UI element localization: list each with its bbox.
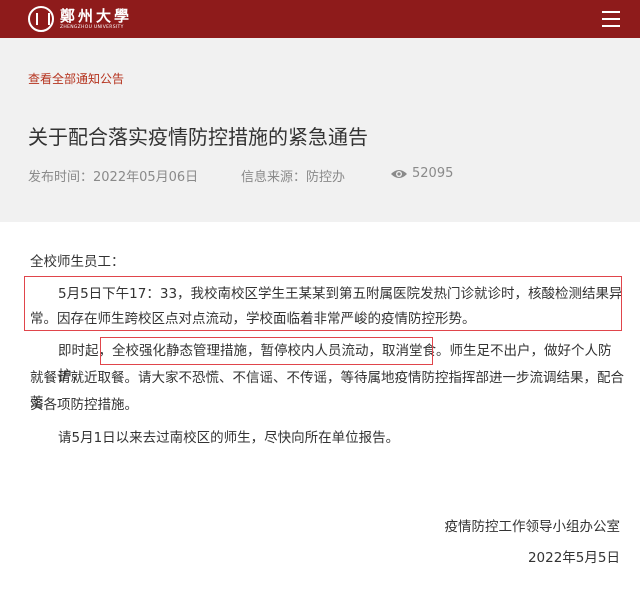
view-count: 52095	[412, 166, 454, 181]
highlight-box-measures	[100, 337, 433, 365]
paragraph-2-line-3: 实各项防控措施。	[30, 397, 138, 413]
all-notices-link[interactable]: 查看全部通知公告	[28, 70, 124, 87]
salutation: 全校师生员工：	[30, 254, 125, 270]
top-nav-bar: 鄭州大學 ZHENGZHOU UNIVERSITY	[0, 0, 640, 38]
publish-time: 发布时间：2022年05月06日	[28, 170, 199, 185]
hamburger-menu-icon[interactable]	[602, 11, 620, 27]
logo-text: 鄭州大學 ZHENGZHOU UNIVERSITY	[60, 6, 133, 31]
logo-chinese-name: 鄭州大學	[60, 6, 133, 25]
page-title: 关于配合落实疫情防控措施的紧急通告	[28, 125, 368, 149]
info-source: 信息来源：防控办	[241, 170, 346, 185]
university-logo[interactable]: 鄭州大學 ZHENGZHOU UNIVERSITY	[28, 5, 132, 33]
logo-english-name: ZHENGZHOU UNIVERSITY	[60, 24, 124, 30]
highlight-box-paragraph-1	[24, 276, 622, 331]
eye-icon	[391, 170, 407, 178]
paragraph-3: 请5月1日以来去过南校区的师生，尽快向所在单位报告。	[58, 430, 400, 446]
university-seal-icon	[28, 6, 54, 32]
issuing-office: 疫情防控工作领导小组办公室	[444, 519, 621, 535]
issue-date: 2022年5月5日	[527, 550, 620, 566]
